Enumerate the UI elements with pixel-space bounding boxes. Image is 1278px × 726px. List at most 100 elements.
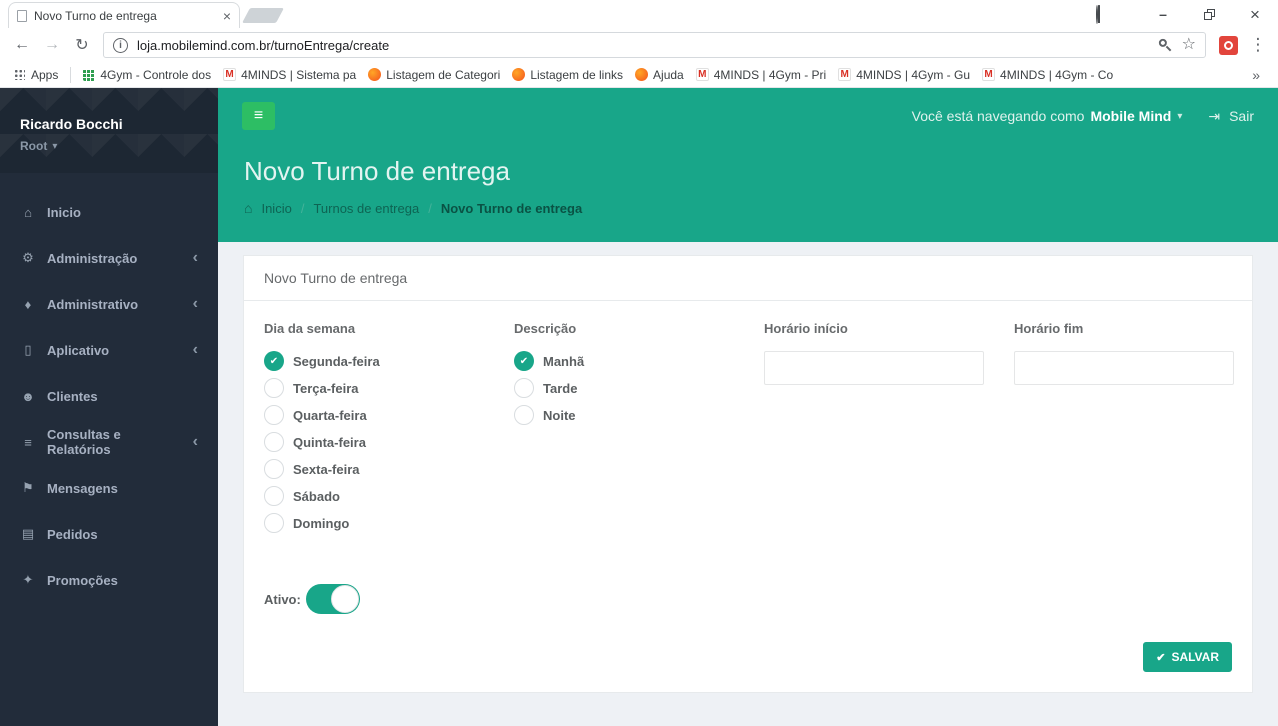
radio-unchecked-icon[interactable] bbox=[264, 405, 284, 425]
browsing-as-user: Mobile Mind bbox=[1090, 108, 1172, 124]
user-role-label: Root bbox=[20, 139, 48, 153]
sidebar-item-label: Consultas e Relatórios bbox=[47, 427, 121, 457]
radio-segunda-feira[interactable]: ✔ Segunda-feira bbox=[264, 351, 514, 371]
url-text[interactable]: loja.mobilemind.com.br/turnoEntrega/crea… bbox=[137, 38, 1148, 53]
radio-unchecked-icon[interactable] bbox=[264, 486, 284, 506]
radio-quarta-feira[interactable]: Quarta-feira bbox=[264, 405, 514, 425]
hamburger-icon: ≡ bbox=[253, 107, 264, 124]
sidebar-profile: Ricardo Bocchi Root ▾ bbox=[0, 88, 218, 173]
browser-tab[interactable]: Novo Turno de entrega × bbox=[8, 2, 240, 28]
browsing-as-dropdown[interactable]: Você está navegando como Mobile Mind ▾ bbox=[912, 108, 1183, 124]
radio-unchecked-icon[interactable] bbox=[514, 405, 534, 425]
list-icon: ≡ bbox=[24, 434, 32, 450]
horario-inicio-input[interactable] bbox=[764, 351, 984, 385]
bookmark-item[interactable]: 4Gym - Controle dos bbox=[77, 64, 217, 86]
breadcrumb-turnos-de-entrega[interactable]: Turnos de entrega bbox=[313, 201, 419, 216]
bookmark-item[interactable]: M 4MINDS | 4Gym - Co bbox=[976, 64, 1119, 86]
extension-icon-glyph bbox=[1224, 40, 1233, 50]
sidebar-item-consultas-relatorios[interactable]: ≡ Consultas e Relatórios ‹ bbox=[0, 419, 218, 465]
sidebar-toggle-button[interactable]: ≡ bbox=[242, 102, 275, 130]
apps-button[interactable]: Apps bbox=[8, 64, 64, 86]
breadcrumb-inicio[interactable]: Inicio bbox=[261, 201, 291, 216]
radio-unchecked-icon[interactable] bbox=[264, 432, 284, 452]
sidebar-item-promocoes[interactable]: ✦ Promoções bbox=[0, 557, 218, 603]
close-icon: × bbox=[1250, 4, 1260, 24]
bookmark-item[interactable]: Listagem de Categori bbox=[362, 64, 506, 86]
user-name: Ricardo Bocchi bbox=[20, 116, 123, 132]
radio-unchecked-icon[interactable] bbox=[264, 513, 284, 533]
radio-label: Sexta-feira bbox=[293, 461, 360, 477]
topbar-right: Você está navegando como Mobile Mind ▾ ⇥… bbox=[912, 108, 1254, 125]
bookmarks-overflow-icon[interactable]: » bbox=[1242, 67, 1270, 83]
browser-menu-icon[interactable]: ⋮ bbox=[1246, 35, 1270, 55]
bookmark-label: 4MINDS | 4Gym - Pri bbox=[713, 67, 827, 82]
url-omnibox[interactable]: i loja.mobilemind.com.br/turnoEntrega/cr… bbox=[103, 32, 1206, 58]
radio-terca-feira[interactable]: Terça-feira bbox=[264, 378, 514, 398]
sidebar-item-pedidos[interactable]: ▤ Pedidos bbox=[0, 511, 218, 557]
descricao-column: Descrição ✔ Manhã Tarde Noite bbox=[514, 321, 764, 540]
horario-inicio-column: Horário início bbox=[764, 321, 1014, 540]
radio-unchecked-icon[interactable] bbox=[514, 378, 534, 398]
sidebar-item-inicio[interactable]: ⌂ Inicio bbox=[0, 189, 218, 235]
bookmark-star-icon[interactable]: ☆ bbox=[1182, 37, 1196, 53]
apps-grid-icon bbox=[14, 69, 25, 80]
chevron-left-icon: ‹ bbox=[192, 341, 198, 358]
radio-domingo[interactable]: Domingo bbox=[264, 513, 514, 533]
password-key-icon[interactable] bbox=[1153, 34, 1176, 57]
radio-sabado[interactable]: Sábado bbox=[264, 486, 514, 506]
profile-icon[interactable] bbox=[1096, 5, 1114, 24]
horario-fim-input[interactable] bbox=[1014, 351, 1234, 385]
save-button[interactable]: ✔ SALVAR bbox=[1143, 642, 1232, 672]
check-icon: ✔ bbox=[519, 355, 529, 367]
extension-icon[interactable] bbox=[1219, 35, 1238, 55]
descricao-label: Descrição bbox=[514, 321, 577, 336]
logout-button[interactable]: ⇥ Sair bbox=[1208, 108, 1254, 125]
back-button[interactable]: ← bbox=[8, 31, 36, 59]
bookmarks-bar: Apps 4Gym - Controle dos M 4MINDS | Sist… bbox=[0, 62, 1278, 88]
sidebar-item-aplicativo[interactable]: ▯ Aplicativo ‹ bbox=[0, 327, 218, 373]
radio-manha[interactable]: ✔ Manhã bbox=[514, 351, 764, 371]
key-tail bbox=[1165, 45, 1172, 52]
check-icon: ✔ bbox=[269, 355, 279, 367]
breadcrumb-current: Novo Turno de entrega bbox=[440, 200, 583, 216]
sidebar-item-label: Inicio bbox=[47, 204, 81, 220]
page-info-icon[interactable]: i bbox=[113, 37, 128, 53]
restore-button[interactable] bbox=[1186, 0, 1232, 28]
minimize-button[interactable]: – bbox=[1140, 0, 1186, 28]
bookmark-item[interactable]: Ajuda bbox=[629, 64, 690, 86]
bookmark-item[interactable]: M 4MINDS | 4Gym - Gu bbox=[832, 64, 976, 86]
tab-close-icon[interactable]: × bbox=[223, 9, 231, 23]
radio-quinta-feira[interactable]: Quinta-feira bbox=[264, 432, 514, 452]
bookmark-item[interactable]: Listagem de links bbox=[506, 64, 629, 86]
radio-checked-icon[interactable]: ✔ bbox=[264, 351, 284, 371]
bookmark-item[interactable]: M 4MINDS | 4Gym - Pri bbox=[690, 64, 832, 86]
close-button[interactable]: × bbox=[1232, 0, 1278, 28]
sidebar-item-administracao[interactable]: ⚙ Administração ‹ bbox=[0, 235, 218, 281]
forward-button[interactable]: → bbox=[38, 31, 66, 59]
page-title: Novo Turno de entrega bbox=[244, 156, 510, 186]
sidebar-item-administrativo[interactable]: ♦ Administrativo ‹ bbox=[0, 281, 218, 327]
radio-unchecked-icon[interactable] bbox=[264, 378, 284, 398]
radio-tarde[interactable]: Tarde bbox=[514, 378, 764, 398]
radio-checked-icon[interactable]: ✔ bbox=[514, 351, 534, 371]
caret-down-icon: ▾ bbox=[1177, 110, 1183, 122]
bookmark-item[interactable]: M 4MINDS | Sistema pa bbox=[217, 64, 362, 86]
radio-sexta-feira[interactable]: Sexta-feira bbox=[264, 459, 514, 479]
bookmark-label: 4MINDS | Sistema pa bbox=[241, 67, 357, 82]
ativo-toggle[interactable] bbox=[305, 584, 360, 614]
mobile-icon: ▯ bbox=[24, 342, 32, 357]
chevron-left-icon: ‹ bbox=[192, 295, 198, 312]
user-role-dropdown[interactable]: Root ▾ bbox=[20, 139, 198, 153]
sidebar-item-mensagens[interactable]: ⚑ Mensagens bbox=[0, 465, 218, 511]
radio-noite[interactable]: Noite bbox=[514, 405, 764, 425]
card-actions: ✔ SALVAR bbox=[264, 642, 1232, 672]
radio-unchecked-icon[interactable] bbox=[264, 459, 284, 479]
reload-button[interactable]: ↻ bbox=[68, 31, 96, 59]
radio-label: Sábado bbox=[293, 488, 340, 504]
horario-inicio-label: Horário início bbox=[764, 321, 848, 336]
sidebar-item-label: Aplicativo bbox=[47, 342, 110, 358]
new-tab-button[interactable] bbox=[242, 8, 284, 23]
window-controls: – × bbox=[1096, 0, 1278, 28]
sidebar-item-clientes[interactable]: ☻ Clientes bbox=[0, 373, 218, 419]
sidebar-item-label: Promoções bbox=[47, 572, 118, 588]
